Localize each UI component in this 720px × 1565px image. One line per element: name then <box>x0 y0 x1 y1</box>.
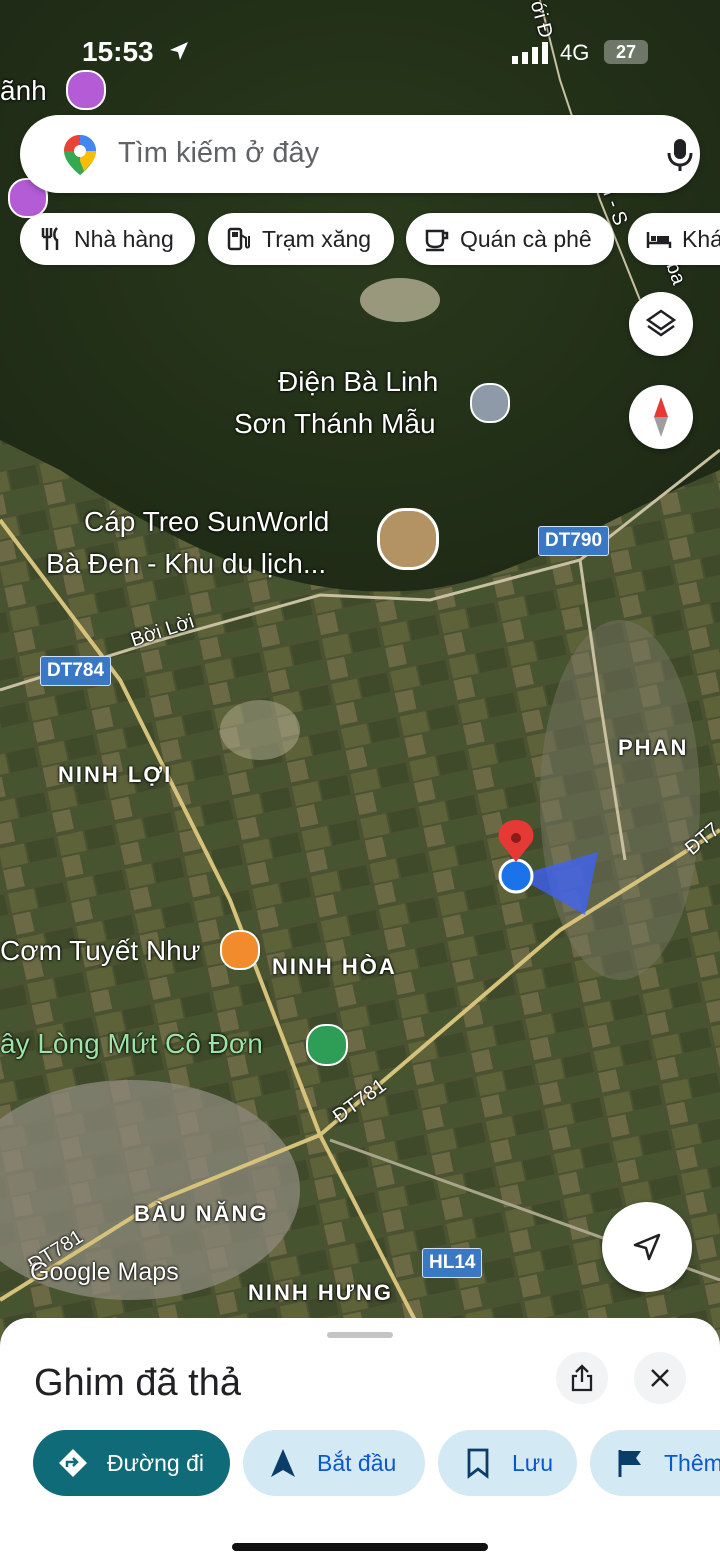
layers-button[interactable] <box>629 292 693 356</box>
network-type: 4G <box>560 40 590 65</box>
compass-icon <box>654 397 668 437</box>
route-badge-dt790: DT790 <box>538 526 610 556</box>
close-icon <box>651 1369 669 1387</box>
share-button[interactable] <box>556 1352 608 1404</box>
signal-icon <box>512 42 548 64</box>
flag-icon <box>618 1450 641 1477</box>
my-location-button[interactable] <box>602 1202 692 1292</box>
gas-station-icon <box>227 227 250 251</box>
coffee-icon <box>425 229 449 252</box>
area-label-bau-nang: BÀU NĂNG <box>134 1201 269 1226</box>
navigation-arrow-icon <box>271 1449 295 1477</box>
chip-label: Quán cà phê <box>460 225 592 252</box>
directions-icon <box>59 1449 87 1477</box>
layers-icon <box>645 309 677 337</box>
restaurant-poi-icon[interactable] <box>220 930 260 970</box>
route-badge-hl14: HL14 <box>422 1248 483 1278</box>
poi-label-top-left[interactable]: ãnh <box>0 70 47 112</box>
chip-restaurants[interactable]: Nhà hàng <box>20 213 195 265</box>
area-label-phan: PHAN <box>618 735 689 760</box>
area-label-ninh-hoa: NINH HÒA <box>272 954 397 979</box>
status-bar: 15:53 4G 27 <box>0 36 720 72</box>
save-button[interactable]: Lưu <box>438 1430 577 1496</box>
share-icon <box>571 1364 593 1392</box>
chip-label: Khá <box>682 225 720 252</box>
google-maps-pin-icon <box>64 135 96 175</box>
photo-poi-thumbnail[interactable] <box>377 508 439 570</box>
area-label-ninh-hung: NINH HƯNG <box>248 1280 394 1305</box>
route-badge-dt784: DT784 <box>40 656 112 686</box>
chip-gas-stations[interactable]: Trạm xăng <box>208 213 394 265</box>
chip-label: Nhà hàng <box>74 225 174 252</box>
current-location-dot <box>498 858 534 894</box>
home-indicator[interactable] <box>232 1543 488 1551</box>
status-time: 15:53 <box>82 36 154 67</box>
poi-label-restaurant[interactable]: Cơm Tuyết Như <box>0 930 200 972</box>
hotel-icon <box>646 232 672 248</box>
poi-label-temple-line2[interactable]: Sơn Thánh Mẫu <box>234 403 436 445</box>
directions-button[interactable]: Đường đi <box>33 1430 230 1496</box>
sheet-title: Ghim đã thả <box>34 1362 241 1404</box>
battery-indicator: 27 <box>604 40 648 64</box>
park-poi-icon[interactable] <box>306 1024 348 1066</box>
compass-button[interactable] <box>629 385 693 449</box>
microphone-icon[interactable] <box>666 137 694 173</box>
chip-hotels[interactable]: Khá <box>628 213 720 265</box>
start-label: Bắt đầu <box>317 1449 397 1476</box>
chip-coffee[interactable]: Quán cà phê <box>406 213 614 265</box>
museum-poi-icon[interactable] <box>470 383 510 423</box>
chip-label: Trạm xăng <box>262 225 372 252</box>
sheet-drag-handle[interactable] <box>327 1332 393 1338</box>
dropped-pin-sheet[interactable]: Ghim đã thả Đường đi Bắt đầu Lưu Thêm <box>0 1318 720 1565</box>
bookmark-icon <box>467 1448 489 1479</box>
navigation-arrow-icon <box>633 1233 661 1261</box>
google-maps-watermark: Google Maps <box>30 1258 179 1286</box>
close-button[interactable] <box>634 1352 686 1404</box>
more-button[interactable]: Thêm <box>590 1430 720 1496</box>
search-bar[interactable]: Tìm kiếm ở đây <box>20 115 700 193</box>
camera-poi-icon[interactable] <box>66 70 106 110</box>
poi-label-temple[interactable]: Điện Bà Linh <box>278 361 438 403</box>
poi-label-tree[interactable]: ây Lòng Mứt Cô Đơn <box>0 1023 263 1065</box>
more-label: Thêm <box>664 1449 720 1476</box>
area-label-ninh-loi: NINH LỢI <box>58 762 173 787</box>
restaurant-icon <box>41 227 59 250</box>
search-input[interactable]: Tìm kiếm ở đây <box>118 137 319 170</box>
save-label: Lưu <box>512 1449 553 1476</box>
poi-label-cable-car-line2[interactable]: Bà Đen - Khu du lịch... <box>46 543 326 585</box>
start-button[interactable]: Bắt đầu <box>243 1430 425 1496</box>
location-arrow-icon <box>170 42 188 60</box>
poi-label-cable-car[interactable]: Cáp Treo SunWorld <box>84 501 329 543</box>
directions-label: Đường đi <box>107 1449 204 1476</box>
